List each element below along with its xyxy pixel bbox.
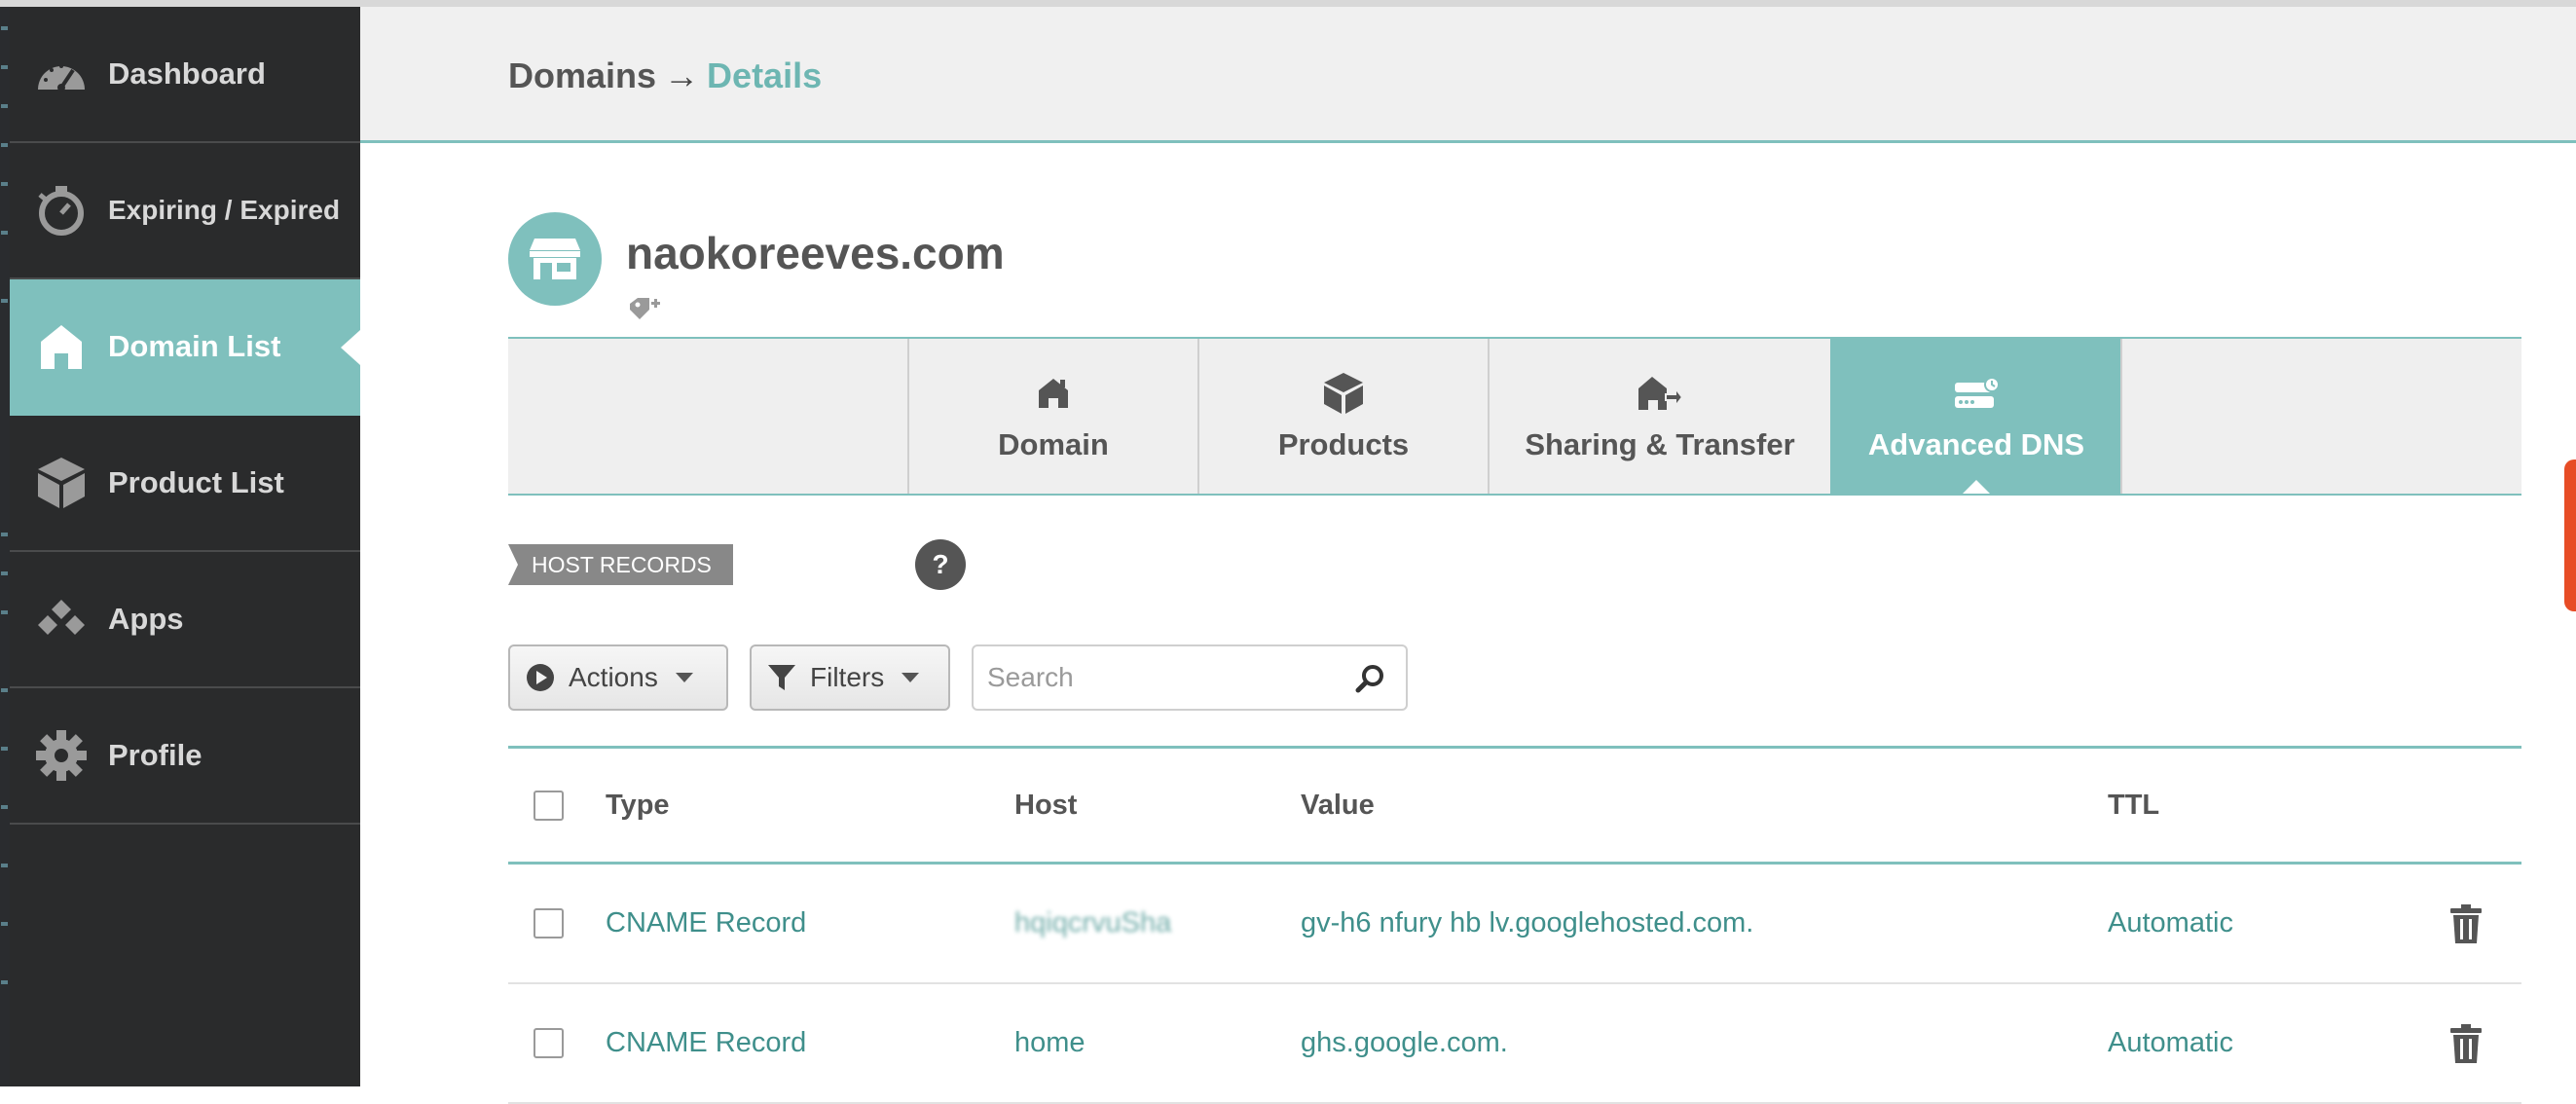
tab-label: Advanced DNS — [1867, 426, 2085, 461]
breadcrumb-separator: → — [664, 55, 700, 95]
record-ttl: Automatic — [2108, 1027, 2233, 1058]
breadcrumb-current: Details — [707, 55, 823, 95]
apps-icon — [34, 592, 89, 646]
sidebar-item-dashboard[interactable]: Dashboard — [10, 7, 360, 143]
chevron-down-icon — [902, 673, 920, 682]
record-type: CNAME Record — [606, 907, 807, 938]
trash-icon[interactable] — [2449, 865, 2483, 982]
sidebar-item-label: Domain List — [108, 329, 281, 363]
actions-dropdown[interactable]: Actions — [508, 644, 728, 711]
sidebar-item-label: Apps — [108, 602, 184, 636]
chevron-down-icon — [675, 673, 693, 682]
sidebar-item-label: Dashboard — [108, 56, 266, 91]
sidebar-item-profile[interactable]: Profile — [10, 688, 360, 825]
page-header: Domains → Details — [360, 7, 2576, 143]
sidebar-item-apps[interactable]: Apps — [10, 552, 360, 688]
sidebar-item-label: Expiring / Expired — [108, 195, 341, 225]
domain-store-avatar — [508, 212, 602, 306]
column-header-type[interactable]: Type — [606, 749, 670, 862]
host-records-table: Type Host Value TTL CNAME Record hqiqcrv… — [508, 746, 2521, 1104]
feedback-tab[interactable] — [2564, 460, 2576, 611]
breadcrumb-root-link[interactable]: Domains — [508, 55, 656, 95]
record-ttl: Automatic — [2108, 907, 2233, 938]
column-header-ttl[interactable]: TTL — [2108, 749, 2159, 862]
help-button[interactable]: ? — [915, 539, 966, 590]
box-icon — [34, 456, 89, 510]
search-input[interactable] — [987, 656, 1338, 699]
transfer-icon — [1637, 371, 1683, 416]
tab-label: Products — [1277, 426, 1410, 461]
domain-tabs: Domain Products Sharing & Transfer Advan… — [508, 337, 2521, 496]
play-circle-icon — [526, 663, 555, 692]
gear-icon — [34, 728, 89, 783]
tab-label: Sharing & Transfer — [1525, 426, 1795, 461]
stopwatch-icon — [34, 183, 89, 238]
window-top-border — [0, 0, 2576, 7]
tab-sharing-transfer[interactable]: Sharing & Transfer — [1488, 339, 1830, 494]
record-host: hqiqcrvuSha — [1014, 907, 1172, 938]
record-value: ghs.google.com. — [1301, 1027, 1508, 1058]
record-host: home — [1014, 1027, 1086, 1058]
tab-domain[interactable]: Domain — [907, 339, 1197, 494]
storefront-icon — [530, 239, 580, 279]
column-header-value[interactable]: Value — [1301, 749, 1375, 862]
record-type: CNAME Record — [606, 1027, 807, 1058]
tab-divider — [2120, 339, 2122, 494]
host-records-label: HOST RECORDS — [508, 544, 733, 585]
table-row[interactable]: CNAME Record hqiqcrvuSha gv-h6 nfury hb … — [508, 865, 2521, 984]
sidebar-item-domain-list[interactable]: Domain List — [10, 279, 360, 416]
trash-icon[interactable] — [2449, 984, 2483, 1102]
sidebar-item-product-list[interactable]: Product List — [10, 416, 360, 552]
row-checkbox[interactable] — [534, 908, 564, 938]
table-header: Type Host Value TTL — [508, 746, 2521, 865]
dashboard-icon — [34, 47, 89, 101]
column-header-host[interactable]: Host — [1014, 749, 1077, 862]
filters-dropdown[interactable]: Filters — [750, 644, 950, 711]
tab-label: Domain — [998, 426, 1109, 461]
search-box — [972, 644, 1408, 711]
sidebar-item-label: Product List — [108, 465, 284, 499]
package-icon — [1323, 371, 1364, 416]
home-icon — [34, 319, 89, 374]
actions-label: Actions — [569, 662, 658, 692]
tab-products[interactable]: Products — [1197, 339, 1488, 494]
house-icon — [1037, 371, 1070, 416]
background-window-strip — [0, 7, 10, 1086]
tab-advanced-dns[interactable]: Advanced DNS — [1830, 339, 2120, 494]
server-icon — [1953, 371, 2000, 416]
row-checkbox[interactable] — [534, 1028, 564, 1058]
sidebar-item-expiring[interactable]: Expiring / Expired — [10, 143, 360, 279]
search-icon[interactable] — [1355, 664, 1384, 698]
record-value: gv-h6 nfury hb lv.googlehosted.com. — [1301, 907, 1754, 938]
add-tag-icon[interactable] — [628, 296, 661, 326]
sidebar: Dashboard Expiring / Expired Domain List… — [10, 7, 360, 1086]
filters-label: Filters — [810, 662, 885, 692]
filter-icon — [767, 663, 796, 692]
domain-name-title: naokoreeves.com — [626, 228, 1005, 278]
select-all-checkbox[interactable] — [534, 790, 564, 821]
sidebar-item-label: Profile — [108, 738, 202, 772]
breadcrumb: Domains → Details — [508, 55, 822, 96]
